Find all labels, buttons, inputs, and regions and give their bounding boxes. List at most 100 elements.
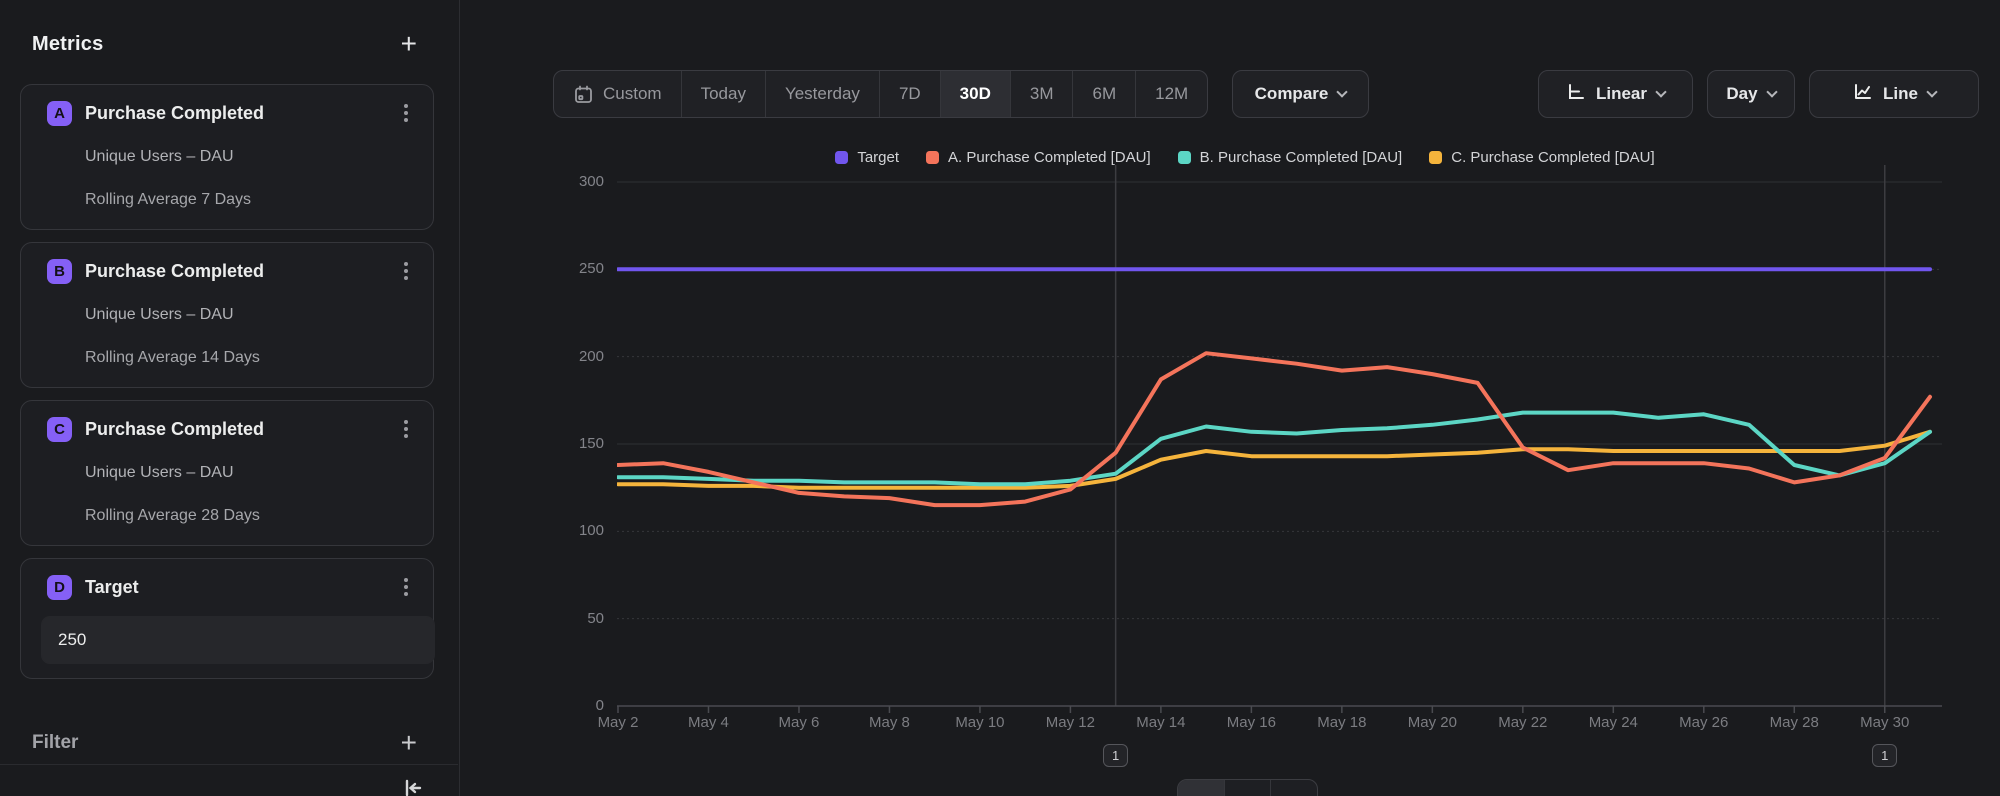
metric-title: Purchase Completed: [85, 419, 401, 440]
x-tick-label: May 6: [762, 714, 836, 731]
kebab-menu-icon[interactable]: [401, 258, 411, 284]
add-metric-button[interactable]: +: [399, 31, 419, 57]
metric-transform: Rolling Average 14 Days: [85, 348, 411, 368]
metric-card-header: A Purchase Completed: [47, 100, 411, 126]
x-tick-label: May 30: [1848, 714, 1922, 731]
target-value-input[interactable]: [41, 616, 435, 664]
y-tick-label: 150: [556, 435, 604, 452]
date-range-label: 3M: [1030, 84, 1054, 104]
metric-title: Purchase Completed: [85, 261, 401, 282]
x-tick-label: May 10: [943, 714, 1017, 731]
x-tick-label: May 4: [671, 714, 745, 731]
chart-type-label: Line: [1883, 84, 1918, 104]
x-tick-label: May 12: [1033, 714, 1107, 731]
chart-type-select-button[interactable]: Line: [1809, 70, 1979, 118]
sidebar-header: Metrics +: [32, 28, 419, 60]
x-tick-label: May 18: [1305, 714, 1379, 731]
chevron-down-icon: [1655, 86, 1666, 97]
x-tick-label: May 22: [1486, 714, 1560, 731]
x-tick-label: May 2: [581, 714, 655, 731]
metric-badge: C: [47, 417, 72, 442]
target-card[interactable]: D Target: [20, 558, 434, 679]
date-range-label: Today: [701, 84, 746, 104]
annotation-badge[interactable]: 1: [1872, 744, 1897, 767]
x-tick-label: May 16: [1214, 714, 1288, 731]
interval-label: Day: [1726, 84, 1757, 104]
plus-icon: +: [401, 28, 417, 59]
sidebar-footer: [0, 764, 458, 796]
y-tick-label: 50: [556, 610, 604, 627]
view-toggle-table-only[interactable]: [1271, 780, 1317, 796]
date-range-label: 6M: [1092, 84, 1116, 104]
x-tick-label: May 20: [1395, 714, 1469, 731]
metric-measure: Unique Users – DAU: [85, 147, 411, 167]
date-range-label: Custom: [603, 84, 662, 104]
kebab-menu-icon[interactable]: [401, 416, 411, 442]
kebab-menu-icon[interactable]: [401, 100, 411, 126]
metric-badge: A: [47, 101, 72, 126]
x-tick-label: May 26: [1667, 714, 1741, 731]
compare-label: Compare: [1255, 84, 1329, 104]
collapse-sidebar-icon[interactable]: [401, 776, 425, 796]
metric-card-header: C Purchase Completed: [47, 416, 411, 442]
view-layout-toggle: [1177, 779, 1318, 796]
y-tick-label: 200: [556, 348, 604, 365]
filter-label: Filter: [32, 732, 78, 754]
date-range-12m[interactable]: 12M: [1136, 71, 1207, 117]
metric-card-header: D Target: [47, 574, 411, 600]
metric-badge: B: [47, 259, 72, 284]
metric-card[interactable]: C Purchase Completed Unique Users – DAU …: [20, 400, 434, 546]
y-tick-label: 300: [556, 173, 604, 190]
date-range-picker: Custom Today Yesterday 7D 30D 3M 6M 12M: [553, 70, 1208, 118]
date-range-30d[interactable]: 30D: [941, 71, 1011, 117]
sidebar-title: Metrics: [32, 33, 103, 56]
date-range-6m[interactable]: 6M: [1073, 71, 1136, 117]
date-range-yesterday[interactable]: Yesterday: [766, 71, 880, 117]
metric-measure: Unique Users – DAU: [85, 305, 411, 325]
calendar-icon: [573, 84, 594, 105]
chart-plot-area[interactable]: [617, 140, 1947, 720]
date-range-label: Yesterday: [785, 84, 860, 104]
y-tick-label: 0: [556, 697, 604, 714]
kebab-menu-icon[interactable]: [401, 574, 411, 600]
date-range-today[interactable]: Today: [682, 71, 766, 117]
date-range-custom[interactable]: Custom: [554, 71, 682, 117]
date-range-7d[interactable]: 7D: [880, 71, 941, 117]
y-tick-label: 250: [556, 260, 604, 277]
date-range-label: 30D: [960, 84, 991, 104]
date-range-label: 7D: [899, 84, 921, 104]
date-range-label: 12M: [1155, 84, 1188, 104]
scale-label: Linear: [1596, 84, 1647, 104]
view-toggle-chart-only[interactable]: [1178, 780, 1225, 796]
metric-measure: Unique Users – DAU: [85, 463, 411, 483]
date-range-3m[interactable]: 3M: [1011, 71, 1074, 117]
chevron-down-icon: [1337, 86, 1348, 97]
metric-transform: Rolling Average 7 Days: [85, 190, 411, 210]
x-tick-label: May 24: [1576, 714, 1650, 731]
plus-icon: +: [401, 727, 417, 758]
x-tick-label: May 28: [1757, 714, 1831, 731]
x-tick-label: May 14: [1124, 714, 1198, 731]
metric-title: Purchase Completed: [85, 103, 401, 124]
metric-card[interactable]: B Purchase Completed Unique Users – DAU …: [20, 242, 434, 388]
metric-card-header: B Purchase Completed: [47, 258, 411, 284]
chevron-down-icon: [1926, 86, 1937, 97]
filter-section-header: Filter +: [32, 729, 419, 757]
metric-transform: Rolling Average 28 Days: [85, 506, 411, 526]
metrics-sidebar: Metrics + A Purchase Completed Unique Us…: [0, 0, 460, 796]
chevron-down-icon: [1766, 86, 1777, 97]
annotation-badge[interactable]: 1: [1103, 744, 1128, 767]
x-tick-label: May 8: [852, 714, 926, 731]
metric-card-list: A Purchase Completed Unique Users – DAU …: [20, 84, 434, 679]
line-chart-icon: [1852, 82, 1873, 107]
metric-card[interactable]: A Purchase Completed Unique Users – DAU …: [20, 84, 434, 230]
y-tick-label: 100: [556, 522, 604, 539]
scale-select-button[interactable]: Linear: [1538, 70, 1693, 118]
metric-title: Target: [85, 577, 401, 598]
view-toggle-chart-and-table[interactable]: [1225, 780, 1272, 796]
metric-badge: D: [47, 575, 72, 600]
add-filter-button[interactable]: +: [399, 730, 419, 756]
compare-button[interactable]: Compare: [1232, 70, 1369, 118]
linear-scale-icon: [1566, 82, 1586, 107]
interval-select-button[interactable]: Day: [1707, 70, 1795, 118]
